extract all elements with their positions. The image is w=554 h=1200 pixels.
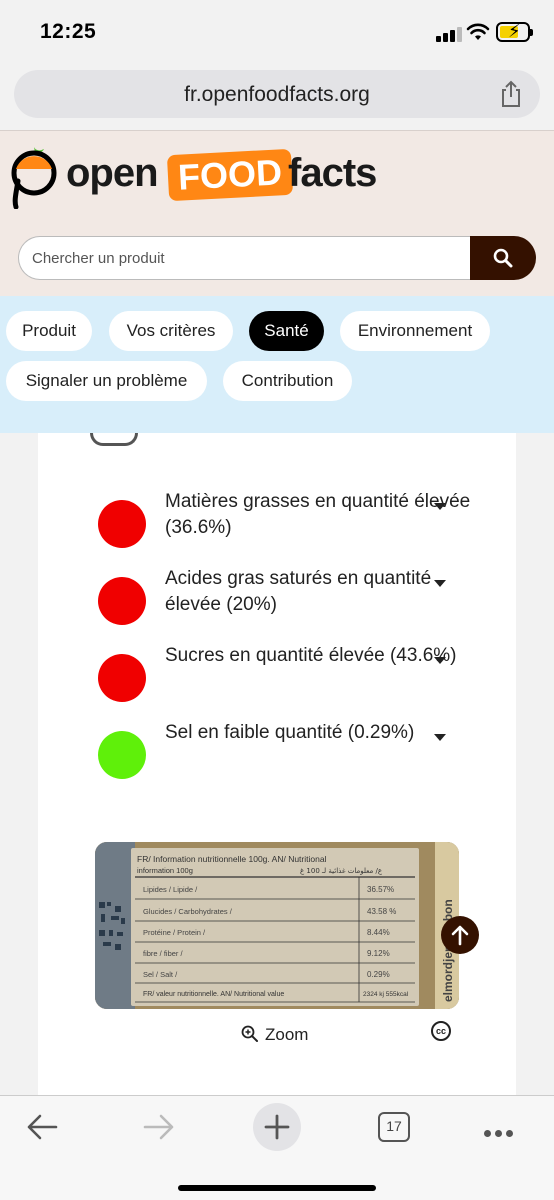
label-footer-value: 2324 kj 555kcal (363, 991, 409, 998)
main-content: Matières grasses en quantité élevée (36.… (0, 433, 554, 1095)
chevron-down-icon[interactable] (434, 580, 446, 587)
search-button[interactable] (470, 236, 536, 280)
level-dot-high (98, 577, 146, 625)
browser-chrome: fr.openfoodfacts.org (0, 62, 554, 130)
label-row-value: 9.12% (367, 949, 390, 958)
label-header-sub: information 100g (137, 866, 193, 875)
tab-sante[interactable]: Santé (249, 311, 324, 351)
label-header-left: FR/ Information nutritionnelle 100g. AN/… (137, 854, 327, 864)
browser-toolbar: 17 (0, 1095, 554, 1200)
level-dot-high (98, 500, 146, 548)
status-time: 12:25 (40, 20, 97, 43)
charging-icon: ⚡ (508, 21, 521, 41)
nutrient-label[interactable]: Matières grasses en quantité élevée (36.… (165, 489, 475, 541)
logo-text-open[interactable]: open (66, 151, 159, 196)
wifi-icon (466, 23, 490, 40)
tab-produit[interactable]: Produit (6, 311, 92, 351)
label-row-name: Protéine / Protein / (143, 928, 206, 937)
status-bar: 12:25 ⚡ (0, 0, 554, 62)
url-text[interactable]: fr.openfoodfacts.org (14, 83, 540, 107)
label-footer: FR/ valeur nutritionnelle. AN/ Nutrition… (143, 991, 284, 998)
search-input[interactable] (19, 237, 472, 279)
zoom-button[interactable]: Zoom (241, 1025, 308, 1045)
nutrient-label[interactable]: Sel en faible quantité (0.29%) (165, 720, 475, 746)
address-bar[interactable]: fr.openfoodfacts.org (14, 70, 540, 118)
chevron-down-icon[interactable] (434, 657, 446, 664)
scroll-to-top-button[interactable] (441, 916, 479, 954)
share-icon[interactable] (498, 80, 524, 108)
home-indicator (178, 1185, 376, 1191)
nutrition-label-illustration: FR/ Information nutritionnelle 100g. AN/… (95, 842, 459, 1009)
label-row-name: Glucides / Carbohydrates / (143, 907, 233, 916)
search-icon (493, 248, 513, 268)
tab-vos-criteres[interactable]: Vos critères (109, 311, 233, 351)
label-row-value: 8.44% (367, 928, 390, 937)
logo-text-food[interactable]: FOOD (166, 148, 294, 202)
logo-icon[interactable] (10, 143, 58, 209)
nutriscore-partial-icon (90, 433, 138, 446)
nutrient-label[interactable]: Sucres en quantité élevée (43.6%) (165, 643, 475, 669)
tab-contribution[interactable]: Contribution (223, 361, 352, 401)
signal-icon (436, 26, 462, 42)
plus-icon (264, 1114, 290, 1140)
nutrient-label[interactable]: Acides gras saturés en quantité élevée (… (165, 566, 475, 618)
level-dot-low (98, 731, 146, 779)
label-row-name: Sel / Salt / (143, 970, 178, 979)
label-row-name: fibre / fiber / (143, 949, 184, 958)
site-header: open FOOD facts (0, 130, 554, 296)
chevron-down-icon[interactable] (434, 734, 446, 741)
label-header-right: ع/ معلومات غذائية لـ 100 غ (300, 867, 383, 875)
label-row-name: Lipides / Lipide / (143, 885, 198, 894)
new-tab-button[interactable] (253, 1103, 301, 1151)
label-row-value: 0.29% (367, 970, 390, 979)
tab-signaler-un-probleme[interactable]: Signaler un problème (6, 361, 207, 401)
search-field[interactable] (18, 236, 472, 280)
logo-text-facts[interactable]: facts (288, 151, 377, 196)
arrow-up-icon (451, 925, 469, 946)
tab-environnement[interactable]: Environnement (340, 311, 490, 351)
zoom-label[interactable]: Zoom (265, 1025, 308, 1044)
zoom-in-icon (241, 1025, 258, 1042)
tabs-count-button[interactable]: 17 (378, 1112, 410, 1142)
product-tabs: Produit Vos critères Santé Environnement… (0, 296, 554, 433)
level-dot-high (98, 654, 146, 702)
forward-arrow-icon[interactable] (143, 1113, 175, 1141)
creative-commons-icon[interactable]: cc (431, 1021, 451, 1041)
nutrition-label-photo[interactable]: FR/ Information nutritionnelle 100g. AN/… (95, 842, 459, 1009)
back-arrow-icon[interactable] (26, 1113, 58, 1141)
label-row-value: 43.58 % (367, 907, 396, 916)
chevron-down-icon[interactable] (434, 503, 446, 510)
more-icon[interactable] (484, 1124, 517, 1142)
health-card: Matières grasses en quantité élevée (36.… (38, 433, 516, 1095)
label-row-value: 36.57% (367, 885, 394, 894)
